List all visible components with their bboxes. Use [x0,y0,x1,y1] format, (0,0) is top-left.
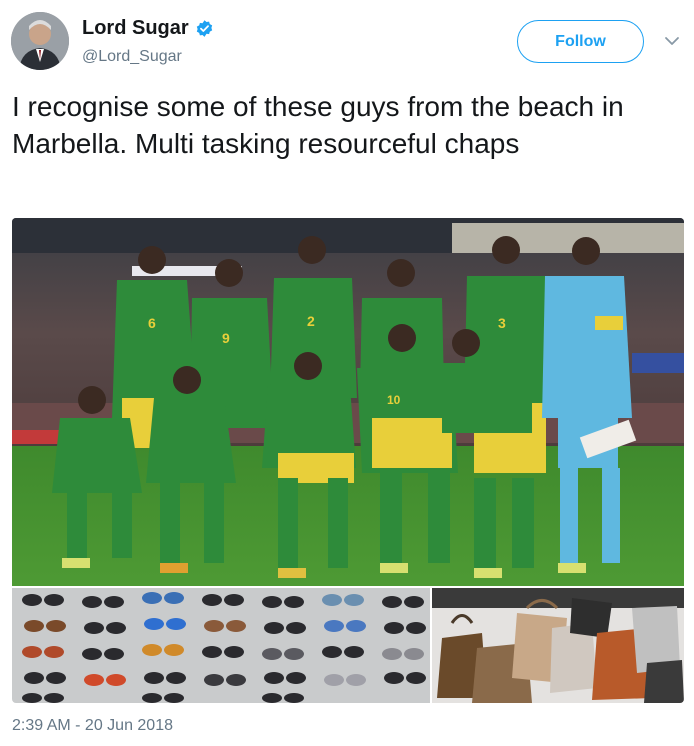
svg-text:10: 10 [387,393,401,407]
author-name-text: Lord Sugar [82,17,189,39]
svg-text:2: 2 [307,313,315,329]
author-handle[interactable]: @Lord_Sugar [82,48,182,66]
svg-text:3: 3 [498,315,506,331]
verified-badge-icon [196,20,212,37]
svg-text:6: 6 [148,315,156,331]
author-name[interactable]: Lord Sugar [82,17,214,40]
sunglasses-photo[interactable] [12,588,430,703]
chevron-down-icon[interactable] [663,32,681,50]
tweet-media[interactable]: 6 9 2 3 10 [12,218,684,703]
svg-text:9: 9 [222,330,230,346]
team-photo[interactable]: 6 9 2 3 10 [12,218,684,586]
author-avatar[interactable] [11,12,69,70]
tweet-text: I recognise some of these guys from the … [12,91,624,159]
tweet-header: Lord Sugar @Lord_Sugar Follow [0,0,694,84]
follow-button[interactable]: Follow [517,20,644,63]
handbags-photo[interactable] [432,588,684,703]
tweet-timestamp[interactable]: 2:39 AM - 20 Jun 2018 [12,717,173,735]
